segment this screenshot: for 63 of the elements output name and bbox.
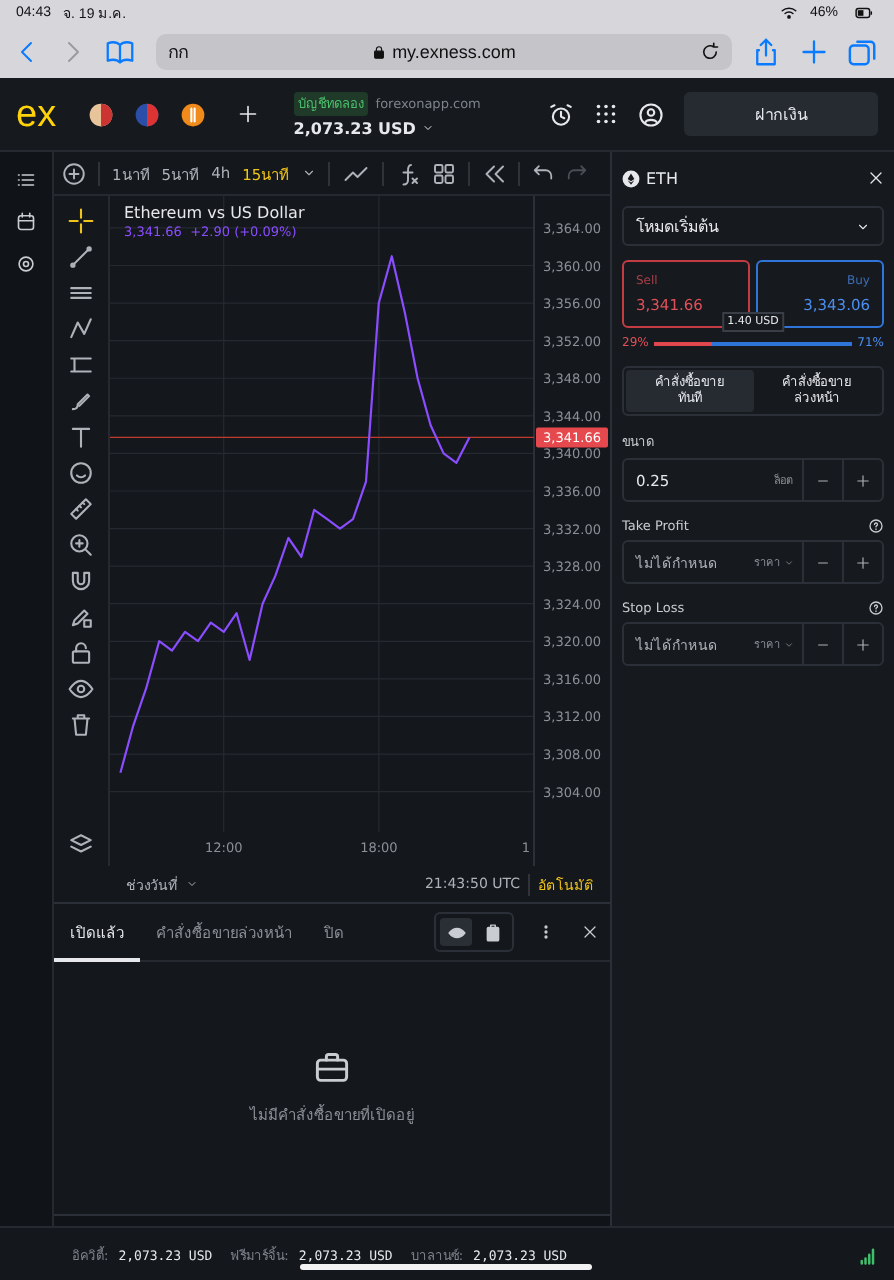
caret-icon bbox=[856, 219, 870, 233]
clipboard-icon bbox=[483, 923, 501, 941]
lock-icon bbox=[372, 44, 387, 60]
deposit-button[interactable]: ฝากเงิน bbox=[683, 92, 878, 136]
view-toggle[interactable] bbox=[440, 918, 472, 946]
help-icon[interactable] bbox=[868, 600, 884, 616]
plus-icon[interactable] bbox=[800, 38, 828, 66]
signal-icon bbox=[858, 1246, 878, 1266]
settings-icon[interactable] bbox=[16, 254, 36, 274]
wifi-icon bbox=[779, 4, 798, 22]
magnet-icon[interactable] bbox=[68, 568, 94, 595]
add-icon[interactable] bbox=[237, 104, 258, 124]
plus-icon bbox=[856, 473, 870, 487]
apps-grid-icon[interactable] bbox=[593, 102, 618, 126]
account-balance[interactable]: 2,073.23 USD bbox=[293, 119, 416, 137]
ruler-icon[interactable] bbox=[68, 496, 94, 523]
caret-icon[interactable] bbox=[421, 122, 434, 134]
caret-icon bbox=[784, 557, 794, 567]
coin-icon[interactable] bbox=[179, 101, 206, 127]
logo[interactable]: ex bbox=[16, 95, 68, 133]
caret-icon[interactable] bbox=[301, 166, 316, 181]
smiley-icon[interactable] bbox=[68, 460, 94, 487]
text-tool-icon[interactable] bbox=[68, 424, 94, 451]
pattern-icon[interactable] bbox=[68, 316, 94, 343]
close-icon[interactable] bbox=[582, 924, 598, 940]
battery-icon bbox=[850, 4, 878, 22]
eye-icon bbox=[447, 923, 465, 941]
mode-dropdown[interactable]: โหมดเริ่มต้น bbox=[622, 206, 884, 246]
zoom-icon[interactable] bbox=[68, 532, 94, 559]
share-icon[interactable] bbox=[752, 36, 780, 68]
tabs-icon[interactable] bbox=[848, 37, 878, 67]
rewind-icon[interactable] bbox=[481, 161, 506, 186]
close-button[interactable] bbox=[868, 170, 884, 186]
text-size-button[interactable]: กก bbox=[168, 38, 188, 66]
undo-icon[interactable] bbox=[531, 162, 554, 185]
reload-icon[interactable] bbox=[700, 42, 720, 62]
plus-icon bbox=[856, 555, 870, 569]
alarm-clock-icon[interactable] bbox=[547, 101, 574, 127]
line-chart-icon[interactable] bbox=[341, 161, 370, 186]
ethereum-icon bbox=[622, 169, 640, 187]
list-icon[interactable] bbox=[16, 170, 36, 190]
crosshair-icon[interactable] bbox=[68, 208, 94, 235]
book-icon[interactable] bbox=[104, 38, 136, 66]
trash-icon[interactable] bbox=[68, 712, 94, 739]
flag-icon[interactable] bbox=[87, 101, 114, 127]
horizontal-lines-icon[interactable] bbox=[68, 352, 94, 379]
redo-icon bbox=[565, 162, 588, 185]
layout-grid-icon[interactable] bbox=[431, 161, 456, 186]
eye-icon[interactable] bbox=[68, 676, 94, 703]
line-tool-icon[interactable] bbox=[68, 244, 94, 271]
plus-icon bbox=[856, 637, 870, 651]
lock-icon[interactable] bbox=[68, 640, 94, 667]
calendar-icon[interactable] bbox=[16, 212, 36, 232]
close-icon bbox=[868, 170, 884, 186]
url-text[interactable]: my.exness.com bbox=[392, 42, 516, 62]
caret-icon bbox=[784, 639, 794, 649]
profile-icon[interactable] bbox=[637, 101, 664, 127]
help-icon[interactable] bbox=[868, 518, 884, 534]
brush-icon[interactable] bbox=[68, 388, 94, 415]
briefcase-icon bbox=[314, 1050, 350, 1086]
chart-title: Ethereum vs US Dollar bbox=[124, 204, 305, 223]
add-indicator-icon[interactable] bbox=[62, 161, 86, 186]
symbol-name: ETH bbox=[646, 169, 678, 187]
